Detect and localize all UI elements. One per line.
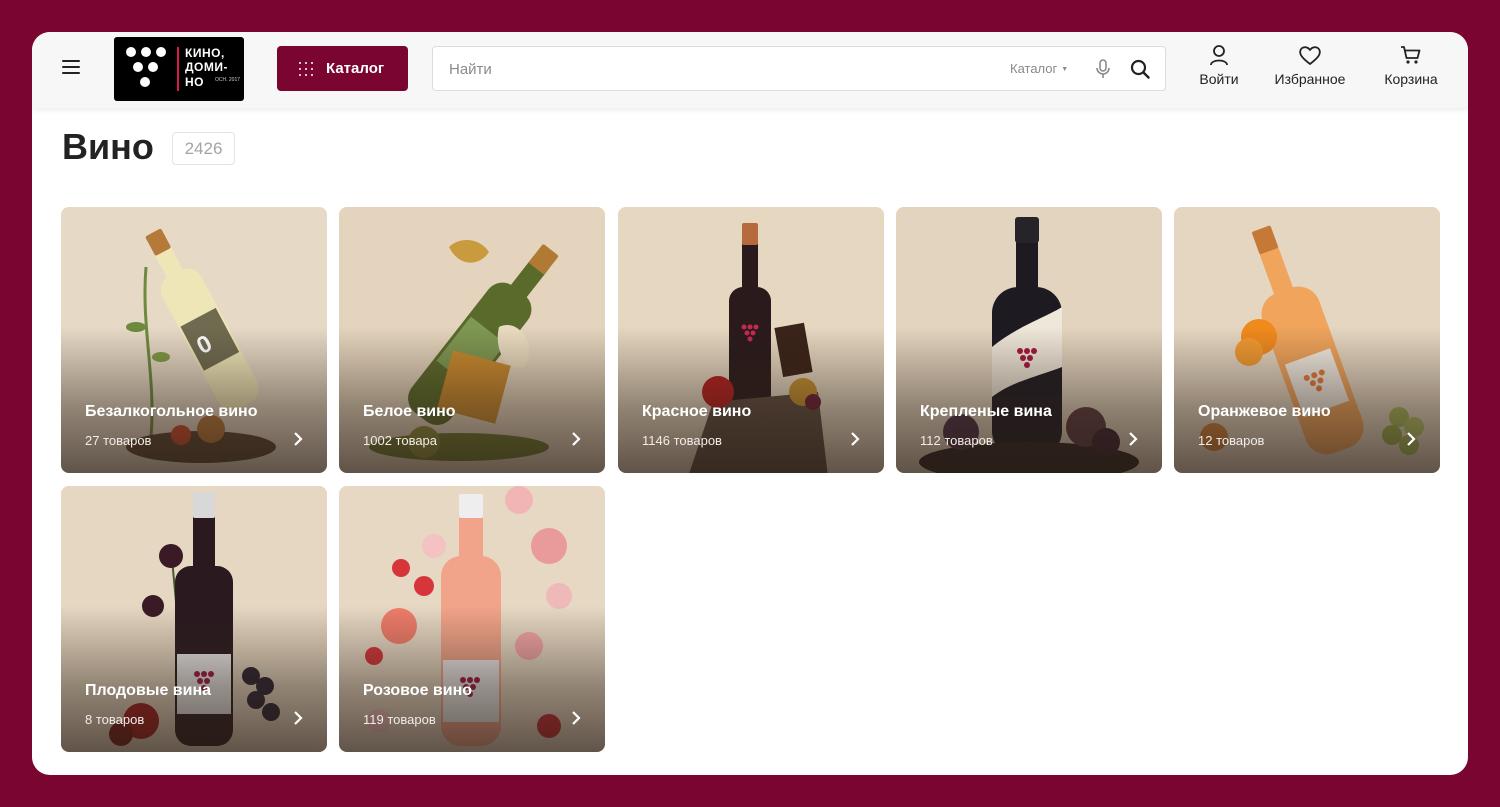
product-count-badge: 2426 [172,132,235,165]
category-card-orange[interactable]: Оранжевое вино 12 товаров [1174,207,1440,473]
grid-icon [299,61,313,76]
chevron-right-icon [294,711,303,725]
logo[interactable]: КИНО, ДОМИ- НО ОСН. 2017 [114,37,244,101]
favorites-label: Избранное [1274,71,1346,87]
category-count: 1002 товара [363,433,438,448]
logo-text-line1: КИНО, [185,46,225,60]
cart-button[interactable]: Корзина [1378,44,1444,94]
category-name: Оранжевое вино [1198,403,1331,420]
chevron-right-icon [572,432,581,446]
category-count: 12 товаров [1198,433,1265,448]
category-count: 119 товаров [363,712,436,727]
category-card-non-alcoholic[interactable]: 0 Безалкогольное вино 27 товаров [61,207,327,473]
search-scope-label: Каталог [1010,61,1058,76]
category-card-white[interactable]: Белое вино 1002 товара [339,207,605,473]
logo-text-line3: НО [185,75,204,89]
category-count: 112 товаров [920,433,993,448]
category-card-fortified[interactable]: Крепленые вина 112 товаров [896,207,1162,473]
category-count: 1146 товаров [642,433,722,448]
category-name: Плодовые вина [85,682,212,699]
login-label: Войти [1199,71,1239,87]
search-bar: Каталог▼ [432,46,1166,91]
category-name: Крепленые вина [920,403,1052,420]
logo-est: ОСН. 2017 [215,77,241,83]
caret-down-icon: ▼ [1061,66,1069,74]
catalog-button-label: Каталог [326,60,385,77]
category-card-fruit[interactable]: Плодовые вина 8 товаров [61,486,327,752]
category-card-rose[interactable]: Розовое вино 119 товаров [339,486,605,752]
category-card-red[interactable]: Красное вино 1146 товаров [618,207,884,473]
category-name: Белое вино [363,403,456,420]
search-scope-dropdown[interactable]: Каталог ▼ [1010,61,1068,76]
catalog-button[interactable]: Каталог [277,46,408,91]
heart-icon [1299,46,1321,65]
cart-label: Корзина [1384,71,1438,87]
cart-icon [1401,46,1421,64]
search-icon[interactable] [1130,59,1150,79]
microphone-icon[interactable] [1095,59,1111,79]
chevron-right-icon [294,432,303,446]
user-icon [1210,45,1228,66]
search-input[interactable] [449,59,949,79]
category-count: 27 товаров [85,433,152,448]
chevron-right-icon [851,432,860,446]
category-count: 8 товаров [85,712,145,727]
category-name: Розовое вино [363,682,473,699]
category-name: Безалкогольное вино [85,403,258,420]
menu-icon[interactable] [62,60,80,76]
chevron-right-icon [1129,432,1138,446]
chevron-right-icon [572,711,581,725]
category-name: Красное вино [642,403,752,420]
favorites-button[interactable]: Избранное [1268,44,1352,94]
chevron-right-icon [1407,432,1416,446]
page-frame: КИНО, ДОМИ- НО ОСН. 2017 Каталог Каталог… [32,32,1468,775]
site-header: КИНО, ДОМИ- НО ОСН. 2017 Каталог Каталог… [32,32,1468,108]
page-title: Вино [62,126,154,167]
logo-text-line2: ДОМИ- [185,60,228,74]
login-button[interactable]: Войти [1192,44,1246,94]
